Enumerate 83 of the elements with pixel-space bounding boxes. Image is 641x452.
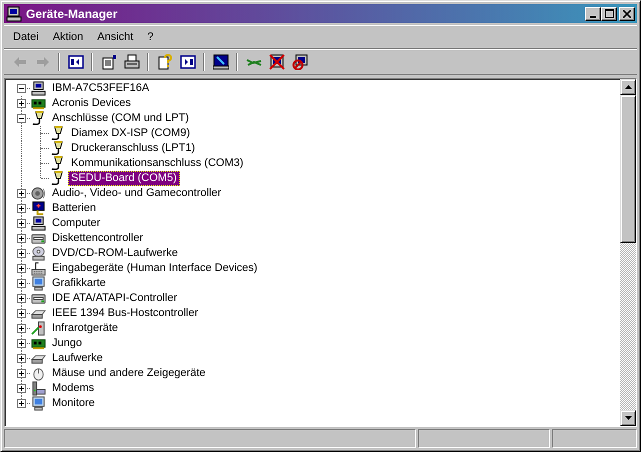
pane-icon (180, 54, 196, 70)
plug-icon (50, 156, 65, 171)
phone-icon (31, 381, 46, 396)
tree-item[interactable]: Anschlüsse (COM und LPT) (49, 111, 192, 126)
minimize-icon (590, 16, 596, 18)
tree-item[interactable]: Druckeranschluss (LPT1) (68, 141, 198, 156)
tree-item[interactable]: DVD/CD-ROM-Laufwerke (49, 246, 181, 261)
monitor-icon (31, 276, 46, 291)
mouse-icon (31, 366, 46, 381)
tree-item[interactable]: Infrarotgeräte (49, 321, 122, 336)
menu-item[interactable]: Ansicht (90, 29, 140, 45)
computer-plug-icon (31, 201, 46, 216)
computer-icon (31, 216, 46, 231)
expand-button[interactable] (17, 234, 26, 243)
collapse-button[interactable] (17, 114, 26, 123)
expand-button[interactable] (17, 249, 26, 258)
computer-icon (6, 6, 22, 22)
tree-item[interactable]: Jungo (49, 336, 85, 351)
scroll-down-button[interactable] (620, 410, 636, 426)
expand-button[interactable] (17, 189, 26, 198)
document-icon (100, 54, 116, 70)
expand-button[interactable] (17, 294, 26, 303)
prohibited-icon (292, 54, 308, 70)
vertical-scrollbar[interactable] (620, 79, 636, 426)
tree-item[interactable]: Audio-, Video- und Gamecontroller (49, 186, 224, 201)
tree-item[interactable]: SEDU-Board (COM5) (68, 171, 180, 186)
speaker-icon (31, 186, 46, 201)
tree-item[interactable]: IEEE 1394 Bus-Hostcontroller (49, 306, 202, 321)
expand-button[interactable] (17, 369, 26, 378)
tree-item[interactable]: Modems (49, 381, 98, 396)
tree-item[interactable]: Kommunikationsanschluss (COM3) (68, 156, 246, 171)
infrared-device-icon (31, 321, 46, 336)
tree-item[interactable]: Acronis Devices (49, 96, 134, 111)
menu-item[interactable]: Datei (6, 29, 46, 45)
maximize-icon (604, 9, 614, 18)
down-arrow-icon (624, 416, 632, 420)
tree-item[interactable]: Laufwerke (49, 351, 106, 366)
expand-button[interactable] (17, 279, 26, 288)
computer-icon (31, 81, 46, 96)
tree-item[interactable]: Mäuse und andere Zeigegeräte (49, 366, 208, 381)
help-icon (156, 54, 172, 70)
expand-button[interactable] (17, 354, 26, 363)
scroll-up-button[interactable] (620, 79, 636, 95)
menu-item[interactable]: Aktion (46, 29, 90, 45)
expand-button[interactable] (17, 324, 26, 333)
tree-item[interactable]: IDE ATA/ATAPI-Controller (49, 291, 180, 306)
close-button[interactable] (619, 6, 635, 20)
window-title: Geräte-Manager (26, 6, 118, 20)
tree-item[interactable]: IBM-A7C53FEF16A (49, 81, 152, 96)
minimize-button[interactable] (585, 6, 601, 20)
tree-item[interactable]: Diskettencontroller (49, 231, 146, 246)
monitor-icon (31, 396, 46, 411)
expand-button[interactable] (17, 264, 26, 273)
tree-item[interactable]: Diamex DX-ISP (COM9) (68, 126, 193, 141)
plug-icon (50, 141, 65, 156)
expand-button[interactable] (17, 309, 26, 318)
collapse-button[interactable] (17, 84, 26, 93)
tree-item[interactable]: Grafikkarte (49, 276, 109, 291)
expand-button[interactable] (17, 99, 26, 108)
tree-item[interactable]: Computer (49, 216, 104, 231)
plug-icon (50, 171, 65, 186)
tree-item[interactable]: Batterien (49, 201, 100, 216)
maximize-button[interactable] (601, 6, 617, 20)
scroll-thumb[interactable] (620, 95, 636, 243)
menu-item[interactable]: ? (140, 29, 160, 45)
expand-button[interactable] (17, 204, 26, 213)
forward-arrow-icon (34, 54, 50, 70)
expand-button[interactable] (17, 339, 26, 348)
up-arrow-icon (624, 85, 632, 89)
keyboard-icon (31, 261, 46, 276)
tree-item[interactable]: Eingabegeräte (Human Interface Devices) (49, 261, 260, 276)
expand-button[interactable] (17, 399, 26, 408)
pane-icon (68, 54, 84, 70)
expand-button[interactable] (17, 384, 26, 393)
cross-icon (268, 54, 284, 70)
tree-item[interactable]: Monitore (49, 396, 98, 411)
expand-button[interactable] (17, 219, 26, 228)
monitor-icon (212, 54, 228, 70)
plug-icon (31, 111, 46, 126)
printer-icon (124, 54, 140, 70)
disc-drive-icon (31, 246, 46, 261)
close-icon (623, 10, 631, 18)
plug-icon (50, 126, 65, 141)
